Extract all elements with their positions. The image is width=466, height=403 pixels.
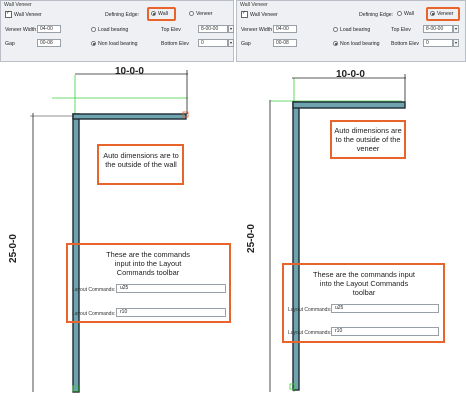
veneer-width-field[interactable]: 04-00 [273, 25, 297, 33]
top-elev-label: Top Elev [391, 27, 411, 33]
layout-commands-input[interactable]: u25 [331, 304, 439, 313]
layout-commands-label: Layout Commands: [288, 307, 332, 313]
gap-field[interactable]: 00-08 [37, 39, 61, 47]
load-bearing-label: Load bearing [340, 27, 371, 33]
layout-commands-input[interactable]: r10 [331, 327, 439, 336]
load-bearing-radio[interactable]: Load bearing [91, 27, 128, 33]
radio-wall-label: Wall [404, 11, 414, 17]
top-elev-field[interactable]: 8-00-00 [423, 25, 453, 33]
radio-unselected-icon [397, 11, 402, 17]
veneer-width-label: Veneer Width [241, 27, 273, 33]
auto-dimension-note: Auto dimensions are to the outside of th… [334, 126, 402, 153]
auto-dimension-note: Auto dimensions are to the outside of th… [103, 151, 179, 169]
bottom-elev-label: Bottom Elev [391, 41, 419, 47]
wall-veneer-panel-right: Wall Veneer Wall Veneer Defining Edge: W… [236, 0, 466, 62]
wall-veneer-checkbox[interactable]: Wall Veneer [5, 10, 42, 18]
layout-commands-input[interactable]: u25 [116, 284, 226, 293]
top-elev-dropdown[interactable]: ▾ [453, 25, 459, 33]
wall-horizontal [292, 101, 406, 109]
radio-selected-icon [333, 41, 338, 47]
checkbox-label: Wall Veneer [250, 11, 278, 18]
gap-label: Gap [241, 41, 251, 47]
non-load-bearing-radio[interactable]: Non load bearing [91, 41, 138, 47]
non-load-bearing-label: Non load bearing [340, 41, 380, 47]
top-elev-dropdown[interactable]: ▾ [228, 25, 234, 33]
radio-wall[interactable]: Wall [397, 11, 414, 17]
wall-veneer-panel-left: Wall Veneer Wall Veneer Defining Edge: W… [0, 0, 234, 62]
wall-horizontal [72, 113, 187, 120]
veneer-width-label: Veneer Width [5, 27, 37, 33]
vertical-dimension-label: 25-0-0 [7, 234, 19, 263]
layout-commands-label: Layout Commands: [288, 330, 332, 336]
wall-vertical [292, 101, 300, 391]
commands-note: These are the commands input into the La… [106, 250, 190, 277]
panel-title: Wall Veneer [4, 2, 32, 8]
plan-drawing-canvas [30, 70, 406, 393]
bottom-elev-field[interactable]: 0 [198, 39, 228, 47]
top-elev-field[interactable]: 8-00-00 [198, 25, 228, 33]
wall-veneer-checkbox[interactable]: Wall Veneer [241, 10, 278, 18]
veneer-width-field[interactable]: 04-00 [37, 25, 61, 33]
vertical-dimension-label: 25-0-0 [245, 224, 257, 253]
highlight-box [426, 7, 460, 21]
radio-unselected-icon [189, 11, 194, 17]
bottom-elev-dropdown[interactable]: ▾ [228, 39, 234, 47]
layout-commands-input[interactable]: r10 [116, 308, 226, 317]
top-elev-label: Top Elev [161, 27, 181, 33]
checkbox-checked-icon [241, 10, 248, 18]
horizontal-dimension-label: 10-0-0 [336, 69, 365, 80]
bottom-elev-field[interactable]: 0 [423, 39, 453, 47]
gap-label: Gap [5, 41, 15, 47]
left-plan-drawing [30, 70, 189, 393]
checkbox-label: Wall Veneer [14, 11, 42, 18]
radio-veneer[interactable]: Veneer [189, 11, 212, 17]
non-load-bearing-radio[interactable]: Non load bearing [333, 41, 380, 47]
horizontal-dimension-label: 10-0-0 [115, 66, 144, 77]
radio-unselected-icon [91, 27, 96, 33]
defining-edge-label: Defining Edge: [359, 12, 394, 18]
gap-field[interactable]: 00-08 [273, 39, 297, 47]
bottom-elev-dropdown[interactable]: ▾ [453, 39, 459, 47]
non-load-bearing-label: Non load bearing [98, 41, 138, 47]
radio-unselected-icon [333, 27, 338, 33]
radio-selected-icon [91, 41, 96, 47]
layout-commands-label: Layout Commands: [72, 287, 116, 293]
commands-note: These are the commands input into the La… [313, 270, 415, 297]
load-bearing-label: Load bearing [98, 27, 129, 33]
radio-veneer-label: Veneer [196, 11, 213, 17]
panel-title: Wall Veneer [240, 2, 268, 8]
highlight-box [147, 7, 176, 21]
defining-edge-label: Defining Edge: [105, 12, 140, 18]
load-bearing-radio[interactable]: Load bearing [333, 27, 370, 33]
layout-commands-label: Layout Commands: [72, 311, 116, 317]
bottom-elev-label: Bottom Elev [161, 41, 189, 47]
checkbox-checked-icon [5, 10, 12, 18]
